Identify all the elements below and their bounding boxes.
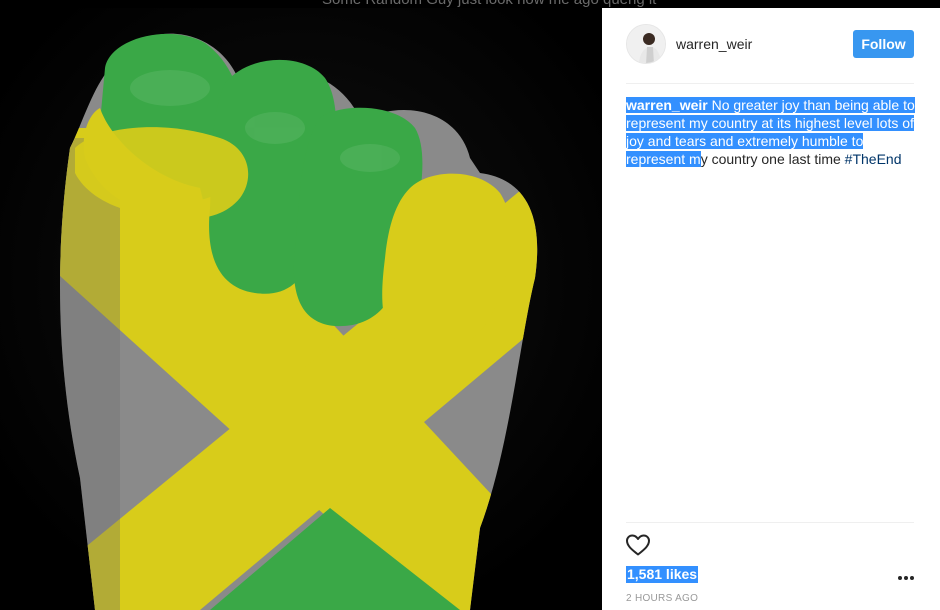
painted-fist-image — [0, 8, 602, 610]
follow-button[interactable]: Follow — [853, 30, 914, 58]
background-page-text: Some Random Guy just look how me ago que… — [322, 0, 656, 8]
hashtag-link[interactable]: #TheEnd — [845, 151, 902, 167]
post-header: warren_weir Follow — [602, 8, 940, 82]
more-dot — [910, 576, 914, 580]
more-options-button[interactable] — [898, 574, 914, 582]
more-dot — [904, 576, 908, 580]
actions-divider — [626, 522, 914, 523]
heart-outline-icon — [626, 534, 650, 556]
post-image[interactable] — [0, 8, 602, 610]
post-details-panel: warren_weir Follow warren_weir No greate… — [602, 8, 940, 610]
avatar-image — [627, 25, 665, 63]
post-modal: Some Random Guy just look how me ago que… — [0, 0, 940, 610]
more-options-icon — [898, 576, 902, 580]
post-timestamp: 2 HOURS AGO — [626, 593, 699, 604]
header-divider — [626, 83, 914, 84]
post-caption: warren_weir No greater joy than being ab… — [626, 96, 918, 168]
author-username[interactable]: warren_weir — [676, 36, 752, 52]
caption-author-link[interactable]: warren_weir — [626, 97, 708, 113]
likes-count[interactable]: 1,581 likes — [626, 566, 699, 583]
avatar[interactable] — [626, 24, 666, 64]
background-page-strip: Some Random Guy just look how me ago que… — [0, 0, 940, 8]
like-button[interactable] — [625, 533, 651, 557]
caption-text: y country one last time — [700, 151, 845, 167]
